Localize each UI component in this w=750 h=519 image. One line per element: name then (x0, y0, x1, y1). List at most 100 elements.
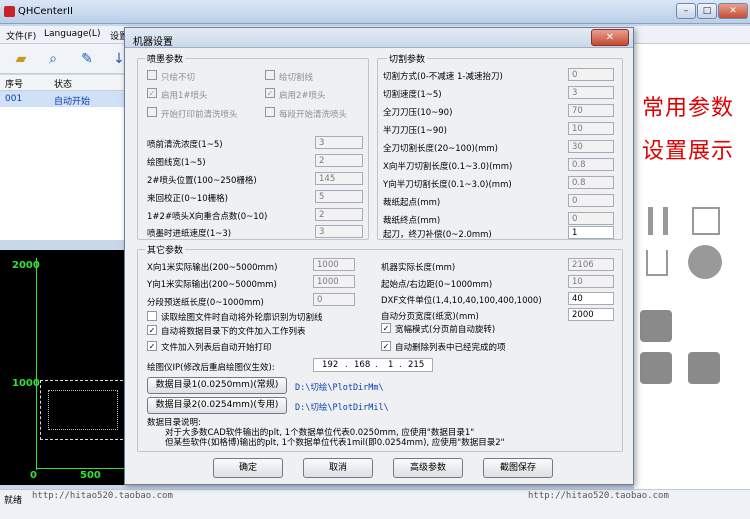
screenshot-save-button[interactable]: 截图保存 (483, 458, 553, 478)
ip-octet-4: 215 (408, 360, 425, 370)
check-wide-mode[interactable]: ✓ (381, 323, 391, 333)
paper-cut-end-field[interactable]: 0 (568, 212, 614, 225)
param-feed-speed-field[interactable]: 3 (315, 225, 363, 238)
full-pressure-field[interactable]: 70 (568, 104, 614, 117)
cancel-box-icon[interactable] (692, 207, 720, 235)
param-head2-pos-field[interactable]: 145 (315, 172, 363, 185)
full-cut-length-label: 全刀切割长度(20~100)(mm) (383, 144, 498, 154)
menu-language[interactable]: Language(L) (44, 29, 100, 39)
machine-length-label: 机器实际长度(mm) (381, 263, 456, 273)
check-auto-remove-done[interactable]: ✓ (381, 341, 391, 351)
check-head2-label: 启用2#喷头 (279, 91, 326, 101)
check-auto-start-print-label: 文件加入列表后自动开始打印 (161, 343, 272, 353)
check-draw-only[interactable] (147, 70, 157, 80)
knife-compensation-label: 起刀，终刀补偿(0~2.0mm) (383, 230, 492, 240)
page-width-field[interactable]: 2000 (568, 308, 614, 321)
maximize-button[interactable]: □ (697, 3, 717, 19)
full-cut-length-field[interactable]: 30 (568, 140, 614, 153)
knife-compensation-field[interactable]: 1 (568, 226, 614, 239)
data-dir-note-line2: 但某些软件(如格博)输出的plt, 1个数据单位代表1mil(即0.0254mm… (165, 438, 505, 448)
watermark-left: http://hitao520.taobao.com (32, 491, 173, 501)
data-dir1-path[interactable]: D:\切绘\PlotDirMm\ (295, 381, 384, 393)
direction-button-right[interactable] (688, 352, 720, 384)
app-logo-icon (4, 6, 15, 17)
promo-text-line1: 常用参数 (642, 96, 735, 121)
plot-preview: 2000 1000 0 500 (0, 250, 130, 485)
column-header-id[interactable]: 序号 (5, 77, 23, 90)
toolbar: ▰ ⌕ ✎ ↓ (0, 44, 130, 74)
check-draw-cutline-label: 绘切割线 (279, 73, 314, 83)
dxf-unit-field[interactable]: 40 (568, 292, 614, 305)
direction-button-left[interactable] (640, 352, 672, 384)
param-overlap-field[interactable]: 2 (315, 208, 363, 221)
y-half-cut-field[interactable]: 0.8 (568, 176, 614, 189)
preview-tick-500: 500 (80, 470, 101, 481)
machine-length-field[interactable]: 2106 (568, 258, 614, 271)
dialog-title-bar: 机器设置 (125, 28, 633, 48)
preview-drawing-inner (48, 390, 118, 430)
param-clean-density-field[interactable]: 3 (315, 136, 363, 149)
cut-mode-field[interactable]: 0 (568, 68, 614, 81)
start-margin-label: 起始点/右边距(0~1000mm) (381, 280, 493, 290)
check-clean-each-segment[interactable] (265, 107, 275, 117)
param-overlap-label: 1#2#喷头X向重合点数(0~10) (147, 212, 268, 222)
check-head2[interactable]: ✓ (265, 88, 275, 98)
ip-octet-1: 192 (322, 360, 339, 370)
half-pressure-label: 半刀刀压(1~90) (383, 126, 447, 136)
cancel-button[interactable]: 取消 (303, 458, 373, 478)
x-half-cut-field[interactable]: 0.8 (568, 158, 614, 171)
param-bidir-calib-label: 来回校正(0~10栅格) (147, 194, 228, 204)
y-half-cut-label: Y向半刀切割长度(0.1~3.0)(mm) (383, 180, 512, 190)
promo-text-line2: 设置展示 (642, 139, 735, 164)
cut-speed-label: 切割速度(1~5) (383, 90, 442, 100)
data-dir2-path[interactable]: D:\切绘\PlotDirMil\ (295, 401, 389, 413)
ip-dot: . (375, 360, 378, 370)
dialog-title: 机器设置 (133, 37, 173, 48)
check-auto-start-print[interactable]: ✓ (147, 341, 157, 351)
ip-octet-3: 1 (388, 360, 394, 370)
column-header-status[interactable]: 状态 (54, 77, 72, 90)
minimize-button[interactable]: – (676, 3, 696, 19)
check-auto-add-files[interactable]: ✓ (147, 325, 157, 335)
cut-speed-field[interactable]: 3 (568, 86, 614, 99)
row-id: 001 (5, 94, 23, 104)
job-list-header: 序号 状态 (0, 75, 130, 91)
status-text: 就绪 (4, 496, 23, 506)
check-head1[interactable]: ✓ (147, 88, 157, 98)
preview-tick-0: 0 (30, 470, 37, 481)
check-draw-cutline[interactable] (265, 70, 275, 80)
start-margin-field[interactable]: 10 (568, 275, 614, 288)
data-dir1-button[interactable]: 数据目录1(0.0250mm)(常规) (147, 377, 287, 394)
page-width-label: 自动分页宽度(纸宽)(mm) (381, 312, 479, 322)
param-bidir-calib-field[interactable]: 5 (315, 190, 363, 203)
advanced-params-button[interactable]: 高级参数 (393, 458, 463, 478)
check-head1-label: 启用1#喷头 (161, 91, 208, 101)
check-wide-mode-label: 宽幅模式(分页前自动旋转) (395, 325, 496, 335)
data-dir2-button[interactable]: 数据目录2(0.0254mm)(专用) (147, 397, 287, 414)
menu-file[interactable]: 文件(F) (6, 29, 36, 42)
dialog-close-button[interactable]: ✕ (591, 29, 629, 46)
ok-button[interactable]: 确定 (213, 458, 283, 478)
cut-mode-label: 切割方式(0-不减速 1-减速抬刀) (383, 72, 503, 82)
paper-cut-start-field[interactable]: 0 (568, 194, 614, 207)
x-output-field[interactable]: 1000 (313, 258, 355, 271)
param-head2-pos-label: 2#喷头位置(100~250栅格) (147, 176, 257, 186)
cut-group-title: 切割参数 (387, 52, 428, 65)
close-button[interactable]: ✕ (718, 3, 748, 19)
prefeed-length-label: 分段预送纸长度(0~1000mm) (147, 298, 264, 308)
y-output-field[interactable]: 1000 (313, 275, 355, 288)
feed-down-icon[interactable] (646, 250, 668, 276)
power-off-icon[interactable] (688, 245, 722, 279)
prefeed-length-field[interactable]: 0 (313, 293, 355, 306)
check-clean-before-print[interactable] (147, 107, 157, 117)
param-line-width-field[interactable]: 2 (315, 154, 363, 167)
zoom-icon[interactable]: ⌕ (44, 50, 62, 68)
pause-icon[interactable] (648, 207, 668, 235)
open-folder-icon[interactable]: ▰ (12, 50, 30, 68)
param-line-width-label: 绘图线宽(1~5) (147, 158, 206, 168)
check-auto-outline-cut[interactable] (147, 311, 157, 321)
plotter-ip-field[interactable]: 192 . 168 . 1 . 215 (313, 358, 433, 372)
half-pressure-field[interactable]: 10 (568, 122, 614, 135)
direction-button-up[interactable] (640, 310, 672, 342)
wrench-icon[interactable]: ✎ (78, 50, 96, 68)
